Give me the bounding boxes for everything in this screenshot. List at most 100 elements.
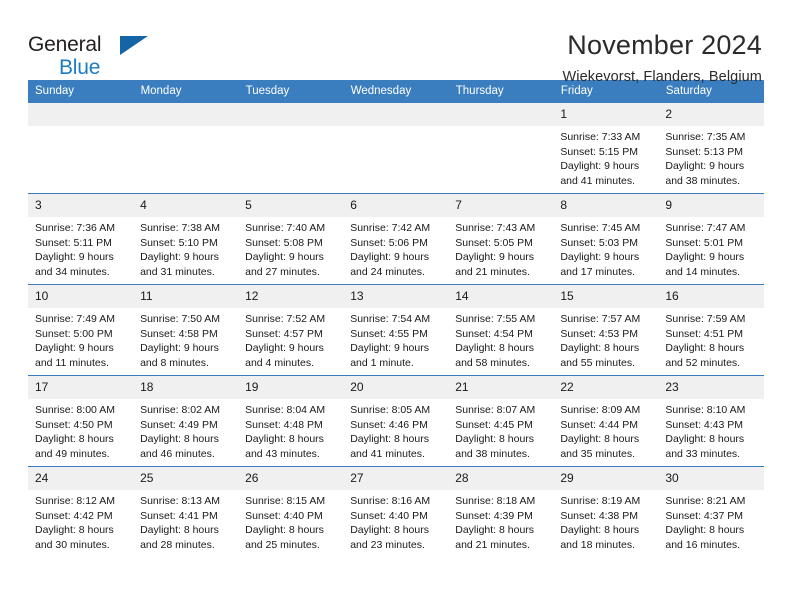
day-sun-info: Sunrise: 7:40 AM Sunset: 5:08 PM Daylight:… [238, 217, 343, 279]
daylight-text: Daylight: 9 hours and 24 minutes. [350, 251, 429, 278]
daylight-text: Daylight: 9 hours and 38 minutes. [665, 160, 745, 187]
sunrise-text: Sunrise: 8:07 AM [455, 404, 536, 416]
calendar-day-cell[interactable]: 19 Sunrise: 8:04 AM Sunset: 4:48 PM Dayligh… [238, 375, 344, 467]
day-sun-info: Sunrise: 7:42 AM Sunset: 5:06 PM Daylight:… [343, 217, 448, 279]
sunset-text: Sunset: 4:48 PM [245, 418, 323, 431]
general-blue-logo[interactable]: General Blue [28, 30, 178, 86]
sunrise-text: Sunrise: 8:05 AM [350, 404, 431, 416]
calendar-day-cell[interactable]: 3 Sunrise: 7:36 AM Sunset: 5:11 PM Daylight… [28, 193, 134, 285]
calendar-day-cell[interactable]: 30 Sunrise: 8:21 AM Sunset: 4:37 PM Dayligh… [658, 466, 764, 557]
sunset-text: Sunset: 4:39 PM [455, 509, 533, 522]
day-sun-info: Sunrise: 8:02 AM Sunset: 4:49 PM Daylight:… [133, 399, 238, 461]
calendar-day-cell[interactable]: 9 Sunrise: 7:47 AM Sunset: 5:01 PM Daylight… [658, 193, 764, 285]
calendar-day-cell[interactable]: 12 Sunrise: 7:52 AM Sunset: 4:57 PM Dayligh… [238, 284, 344, 376]
calendar-day-cell[interactable]: 26 Sunrise: 8:15 AM Sunset: 4:40 PM Dayligh… [238, 466, 344, 557]
day-number: 22 [553, 376, 659, 399]
sunrise-text: Sunrise: 8:16 AM [350, 495, 431, 507]
calendar-day-cell-empty [343, 102, 449, 194]
calendar-day-cell[interactable]: 25 Sunrise: 8:13 AM Sunset: 4:41 PM Dayligh… [133, 466, 239, 557]
weekday-header-wednesday: Wednesday [343, 80, 449, 103]
daylight-text: Daylight: 8 hours and 25 minutes. [245, 524, 324, 551]
day-number: 10 [28, 285, 134, 308]
calendar-day-cell[interactable]: 18 Sunrise: 8:02 AM Sunset: 4:49 PM Dayligh… [133, 375, 239, 467]
calendar-day-cell[interactable]: 6 Sunrise: 7:42 AM Sunset: 5:06 PM Daylight… [343, 193, 449, 285]
day-sun-info: Sunrise: 7:57 AM Sunset: 4:53 PM Daylight:… [553, 308, 658, 370]
sunset-text: Sunset: 4:38 PM [560, 509, 638, 522]
day-sun-info: Sunrise: 8:19 AM Sunset: 4:38 PM Daylight:… [553, 490, 658, 552]
day-number [28, 103, 134, 126]
calendar-day-cell[interactable]: 29 Sunrise: 8:19 AM Sunset: 4:38 PM Dayligh… [553, 466, 659, 557]
sunrise-text: Sunrise: 8:00 AM [35, 404, 115, 416]
day-number: 18 [133, 376, 239, 399]
calendar-day-cell[interactable]: 5 Sunrise: 7:40 AM Sunset: 5:08 PM Daylight… [238, 193, 344, 285]
calendar-day-cell[interactable]: 2 Sunrise: 7:35 AM Sunset: 5:13 PM Daylight… [658, 102, 764, 194]
day-number [343, 103, 449, 126]
calendar-day-cell[interactable]: 20 Sunrise: 8:05 AM Sunset: 4:46 PM Dayligh… [343, 375, 449, 467]
sunrise-text: Sunrise: 7:57 AM [560, 313, 641, 325]
sunset-text: Sunset: 4:55 PM [350, 327, 428, 340]
sunset-text: Sunset: 4:58 PM [140, 327, 218, 340]
sunrise-text: Sunrise: 8:10 AM [665, 404, 746, 416]
sunrise-text: Sunrise: 7:35 AM [665, 131, 746, 143]
calendar-day-cell[interactable]: 7 Sunrise: 7:43 AM Sunset: 5:05 PM Daylight… [448, 193, 554, 285]
calendar-day-cell[interactable]: 17 Sunrise: 8:00 AM Sunset: 4:50 PM Dayligh… [28, 375, 134, 467]
calendar-week-row: 3 Sunrise: 7:36 AM Sunset: 5:11 PM Daylight… [28, 193, 764, 285]
weekday-header-thursday: Thursday [448, 80, 554, 103]
sunset-text: Sunset: 5:06 PM [350, 236, 428, 249]
calendar-day-cell[interactable]: 8 Sunrise: 7:45 AM Sunset: 5:03 PM Daylight… [553, 193, 659, 285]
weekday-header-tuesday: Tuesday [238, 80, 344, 103]
day-sun-info: Sunrise: 7:54 AM Sunset: 4:55 PM Daylight:… [343, 308, 448, 370]
calendar-day-cell[interactable]: 23 Sunrise: 8:10 AM Sunset: 4:43 PM Dayligh… [658, 375, 764, 467]
sunset-text: Sunset: 5:08 PM [245, 236, 323, 249]
calendar-day-cell[interactable]: 21 Sunrise: 8:07 AM Sunset: 4:45 PM Dayligh… [448, 375, 554, 467]
day-number [448, 103, 554, 126]
calendar-day-cell[interactable]: 27 Sunrise: 8:16 AM Sunset: 4:40 PM Dayligh… [343, 466, 449, 557]
daylight-text: Daylight: 8 hours and 55 minutes. [560, 342, 640, 369]
calendar-week-row: 10 Sunrise: 7:49 AM Sunset: 5:00 PM Dayligh… [28, 284, 764, 376]
day-sun-info: Sunrise: 8:07 AM Sunset: 4:45 PM Daylight:… [448, 399, 553, 461]
day-sun-info: Sunrise: 8:21 AM Sunset: 4:37 PM Daylight:… [658, 490, 763, 552]
day-sun-info: Sunrise: 8:12 AM Sunset: 4:42 PM Daylight:… [28, 490, 133, 552]
sunrise-text: Sunrise: 8:09 AM [560, 404, 641, 416]
sunrise-text: Sunrise: 7:55 AM [455, 313, 536, 325]
calendar-day-cell[interactable]: 4 Sunrise: 7:38 AM Sunset: 5:10 PM Daylight… [133, 193, 239, 285]
daylight-text: Daylight: 8 hours and 30 minutes. [35, 524, 114, 551]
calendar-day-cell[interactable]: 16 Sunrise: 7:59 AM Sunset: 4:51 PM Dayligh… [658, 284, 764, 376]
calendar-day-cell[interactable]: 14 Sunrise: 7:55 AM Sunset: 4:54 PM Dayligh… [448, 284, 554, 376]
sunrise-text: Sunrise: 7:42 AM [350, 222, 431, 234]
sunrise-text: Sunrise: 7:40 AM [245, 222, 326, 234]
daylight-text: Daylight: 9 hours and 31 minutes. [140, 251, 219, 278]
daylight-text: Daylight: 8 hours and 21 minutes. [455, 524, 535, 551]
calendar-day-cell[interactable]: 28 Sunrise: 8:18 AM Sunset: 4:39 PM Dayligh… [448, 466, 554, 557]
logo-text-blue: Blue [59, 56, 101, 79]
sunrise-text: Sunrise: 7:43 AM [455, 222, 536, 234]
sunrise-text: Sunrise: 7:45 AM [560, 222, 641, 234]
calendar-day-cell[interactable]: 11 Sunrise: 7:50 AM Sunset: 4:58 PM Dayligh… [133, 284, 239, 376]
daylight-text: Daylight: 9 hours and 34 minutes. [35, 251, 114, 278]
day-number: 25 [133, 467, 239, 490]
sunset-text: Sunset: 4:57 PM [245, 327, 323, 340]
day-sun-info: Sunrise: 7:33 AM Sunset: 5:15 PM Daylight:… [553, 126, 658, 188]
calendar-page: General Blue November 2024 Wiekevorst, F… [0, 0, 792, 612]
sunset-text: Sunset: 5:05 PM [455, 236, 533, 249]
calendar-day-cell[interactable]: 22 Sunrise: 8:09 AM Sunset: 4:44 PM Dayligh… [553, 375, 659, 467]
day-number: 11 [133, 285, 239, 308]
day-number: 28 [448, 467, 554, 490]
calendar-body: 1 Sunrise: 7:33 AM Sunset: 5:15 PM Daylight… [28, 102, 764, 557]
sunset-text: Sunset: 4:51 PM [665, 327, 744, 340]
calendar-day-cell[interactable]: 13 Sunrise: 7:54 AM Sunset: 4:55 PM Dayligh… [343, 284, 449, 376]
sunset-text: Sunset: 4:44 PM [560, 418, 638, 431]
sunset-text: Sunset: 5:00 PM [35, 327, 113, 340]
calendar-day-cell[interactable]: 1 Sunrise: 7:33 AM Sunset: 5:15 PM Daylight… [553, 102, 659, 194]
sunrise-text: Sunrise: 7:33 AM [560, 131, 641, 143]
day-sun-info: Sunrise: 7:52 AM Sunset: 4:57 PM Daylight:… [238, 308, 343, 370]
calendar-day-cell[interactable]: 24 Sunrise: 8:12 AM Sunset: 4:42 PM Dayligh… [28, 466, 134, 557]
day-number: 24 [28, 467, 134, 490]
sunset-text: Sunset: 5:15 PM [560, 145, 638, 158]
calendar-day-cell[interactable]: 10 Sunrise: 7:49 AM Sunset: 5:00 PM Dayligh… [28, 284, 134, 376]
daylight-text: Daylight: 9 hours and 27 minutes. [245, 251, 324, 278]
day-number: 13 [343, 285, 449, 308]
daylight-text: Daylight: 9 hours and 17 minutes. [560, 251, 640, 278]
daylight-text: Daylight: 8 hours and 28 minutes. [140, 524, 219, 551]
calendar-day-cell[interactable]: 15 Sunrise: 7:57 AM Sunset: 4:53 PM Dayligh… [553, 284, 659, 376]
